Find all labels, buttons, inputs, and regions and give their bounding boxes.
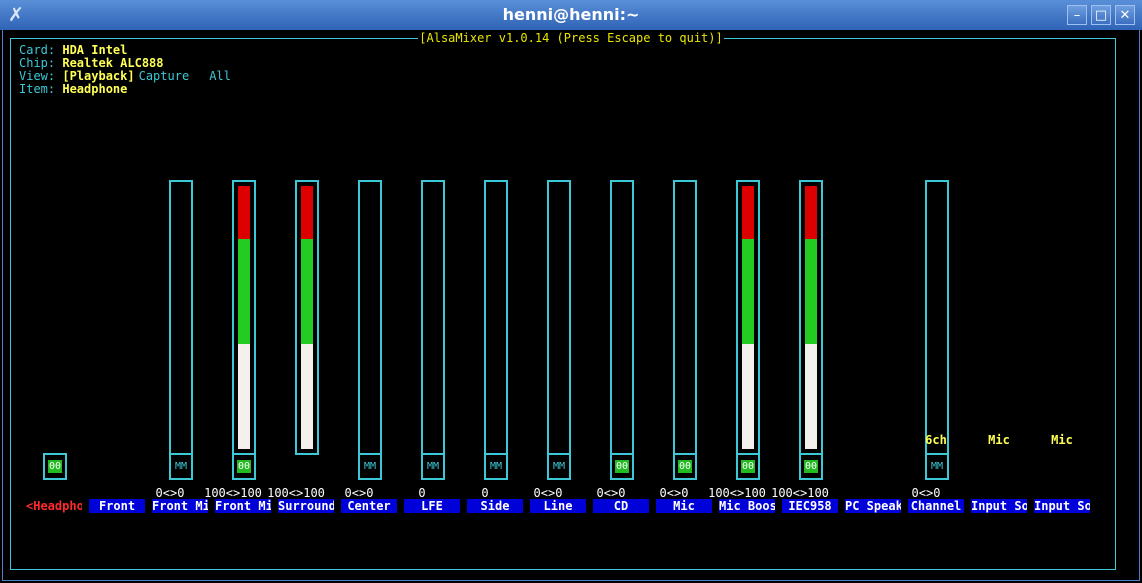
channel-11-level-white [805, 344, 817, 449]
channel-12-mute-toggle[interactable]: 00 [799, 453, 823, 480]
channel-11-name[interactable]: Mic Boos [719, 499, 775, 513]
view-all[interactable]: All [209, 69, 231, 83]
channel-10-name[interactable]: Mic [656, 499, 712, 513]
window-titlebar[interactable]: ✗ henni@henni:~ – □ ✕ [0, 0, 1142, 30]
channel-15-name[interactable]: Input So [971, 499, 1027, 513]
card-value: HDA Intel [62, 43, 128, 57]
channel-8-volume-slider[interactable] [610, 180, 634, 455]
channel-10-mute-toggle[interactable]: 00 [736, 453, 760, 480]
channel-11-volume-slider[interactable] [799, 180, 823, 455]
channel-13-name[interactable]: PC Speak [845, 499, 901, 513]
channel-13-mute-toggle[interactable]: MM [925, 453, 949, 480]
channel-2-volume-slider[interactable] [232, 180, 256, 455]
channel-12-name[interactable]: IEC958 [782, 499, 838, 513]
channel-2-level-white [238, 344, 250, 449]
channel-11-level-green [805, 239, 817, 344]
channel-11-level-red [805, 186, 817, 239]
channel-2-name[interactable]: Front Mi [152, 499, 208, 513]
chip-value: Realtek ALC888 [62, 56, 164, 70]
channel-10-level-green [742, 239, 754, 344]
channel-8-name[interactable]: Line [530, 499, 586, 513]
channel-9-volume-slider[interactable] [673, 180, 697, 455]
channel-16-name[interactable]: Input So [1034, 499, 1090, 513]
channel-3-level-green [301, 239, 313, 344]
channel-1-name[interactable]: Front [89, 499, 145, 513]
channel-2-mute-toggle[interactable]: 00 [232, 453, 256, 480]
channel-6-mute-toggle[interactable]: MM [484, 453, 508, 480]
channel-0-mute-toggle[interactable]: 00 [43, 453, 67, 480]
channel-5-name[interactable]: Center [341, 499, 397, 513]
channel-7-mute-toggle[interactable]: MM [547, 453, 571, 480]
channel-4-volume-slider[interactable] [358, 180, 382, 455]
item-value: Headphone [62, 82, 128, 96]
channel-14-enum-value[interactable]: 6ch [905, 434, 967, 447]
channel-9-mute-toggle[interactable]: 00 [673, 453, 697, 480]
channel-8-mute-toggle[interactable]: 00 [610, 453, 634, 480]
channel-3-level-white [301, 344, 313, 449]
channel-6-volume-slider[interactable] [484, 180, 508, 455]
mixer-header: [AlsaMixer v1.0.14 (Press Escape to quit… [418, 31, 724, 45]
item-info: Item: Headphone [19, 82, 128, 96]
channel-1-volume-slider[interactable] [169, 180, 193, 455]
channel-5-mute-toggle[interactable]: MM [421, 453, 445, 480]
channel-14-name[interactable]: Channel [908, 499, 964, 513]
channel-0-name[interactable]: <Headphon> [26, 499, 82, 513]
channel-7-name[interactable]: Side [467, 499, 523, 513]
channel-10-level-red [742, 186, 754, 239]
channel-3-volume-slider[interactable] [295, 180, 319, 455]
channel-3-name[interactable]: Front Mi [215, 499, 271, 513]
view-playback[interactable]: [Playback] [62, 69, 134, 83]
channel-10-level-white [742, 344, 754, 449]
channel-4-name[interactable]: Surround [278, 499, 334, 513]
close-button[interactable]: ✕ [1115, 5, 1135, 25]
channel-13-volume-slider[interactable] [925, 180, 949, 455]
channel-7-volume-slider[interactable] [547, 180, 571, 455]
channel-15-enum-value[interactable]: Mic [968, 434, 1030, 447]
channel-2-level-red [238, 186, 250, 239]
window-title: henni@henni:~ [502, 5, 640, 24]
channel-16-enum-value[interactable]: Mic [1031, 434, 1093, 447]
channel-1-mute-toggle[interactable]: MM [169, 453, 193, 480]
minimize-button[interactable]: – [1067, 5, 1087, 25]
channel-6-name[interactable]: LFE [404, 499, 460, 513]
channel-3-level-red [301, 186, 313, 239]
channel-9-name[interactable]: CD [593, 499, 649, 513]
channel-10-volume-slider[interactable] [736, 180, 760, 455]
channel-2-level-green [238, 239, 250, 344]
view-capture[interactable]: Capture [139, 69, 190, 83]
channel-4-mute-toggle[interactable]: MM [358, 453, 382, 480]
maximize-button[interactable]: □ [1091, 5, 1111, 25]
channel-5-volume-slider[interactable] [421, 180, 445, 455]
